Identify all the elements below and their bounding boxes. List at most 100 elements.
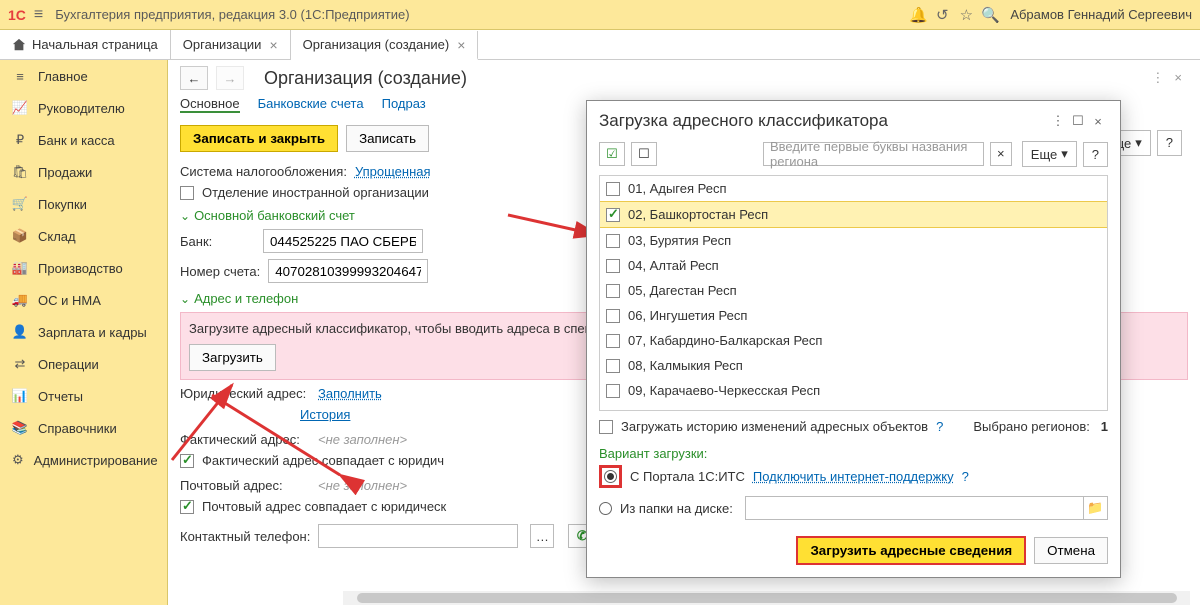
kebab-icon[interactable]: ⋮	[1151, 70, 1164, 86]
dialog-close-icon[interactable]: ×	[1088, 114, 1108, 129]
region-row[interactable]: 04, Алтай Респ	[600, 253, 1107, 278]
fill-link[interactable]: Заполнить	[318, 386, 382, 401]
dialog-more-button[interactable]: Еще▾	[1022, 141, 1077, 167]
fact-same-checkbox[interactable]	[180, 454, 194, 468]
search-icon[interactable]: 🔍	[978, 6, 1002, 24]
region-checkbox[interactable]	[606, 284, 620, 298]
uncheck-all-button[interactable]: ☐	[631, 142, 657, 166]
forward-button[interactable]: →	[216, 66, 244, 90]
acct-input[interactable]	[268, 259, 428, 283]
clear-search-button[interactable]: ×	[990, 142, 1012, 166]
post-same-label: Почтовый адрес совпадает с юридическ	[202, 499, 446, 514]
sidebar-icon: ₽	[12, 132, 28, 148]
region-row[interactable]: 09, Карачаево-Черкесская Респ	[600, 378, 1107, 403]
close-icon[interactable]: ×	[269, 37, 277, 53]
help-icon[interactable]: ?	[936, 419, 943, 434]
back-button[interactable]: ←	[180, 66, 208, 90]
sidebar-icon: 📚	[12, 420, 28, 436]
load-classifier-button[interactable]: Загрузить	[189, 344, 276, 371]
region-checkbox[interactable]	[606, 208, 620, 222]
dialog-maximize-icon[interactable]: ☐	[1068, 113, 1088, 129]
sidebar-item-1[interactable]: 📈Руководителю	[0, 92, 167, 124]
region-row[interactable]: 07, Кабардино-Балкарская Респ	[600, 328, 1107, 353]
sidebar-item-12[interactable]: ⚙Администрирование	[0, 444, 167, 476]
region-checkbox[interactable]	[606, 259, 620, 273]
region-checkbox[interactable]	[606, 384, 620, 398]
user-name[interactable]: Абрамов Геннадий Сергеевич	[1010, 7, 1192, 22]
sidebar-item-11[interactable]: 📚Справочники	[0, 412, 167, 444]
region-row[interactable]: 08, Калмыкия Респ	[600, 353, 1107, 378]
sidebar-item-4[interactable]: 🛒Покупки	[0, 188, 167, 220]
app-title: Бухгалтерия предприятия, редакция 3.0 (1…	[55, 7, 906, 22]
sidebar-item-8[interactable]: 👤Зарплата и кадры	[0, 316, 167, 348]
tab-org-create[interactable]: Организация (создание) ×	[291, 31, 479, 60]
subtab-subdiv[interactable]: Подраз	[382, 96, 426, 113]
foreign-checkbox[interactable]	[180, 186, 194, 200]
folder-input[interactable]	[746, 497, 1083, 519]
sidebar-item-6[interactable]: 🏭Производство	[0, 252, 167, 284]
dialog-help-button[interactable]: ?	[1083, 142, 1108, 167]
tax-value-link[interactable]: Упрощенная	[355, 164, 431, 179]
region-row[interactable]: 06, Ингушетия Респ	[600, 303, 1107, 328]
horizontal-scrollbar[interactable]	[343, 591, 1190, 605]
sidebar-icon: 📦	[12, 228, 28, 244]
history-checkbox[interactable]	[599, 420, 613, 434]
post-same-checkbox[interactable]	[180, 500, 194, 514]
menu-icon[interactable]: ≡	[34, 6, 43, 24]
fact-addr-value: <не заполнен>	[318, 432, 407, 447]
save-close-button[interactable]: Записать и закрыть	[180, 125, 338, 152]
subtab-main[interactable]: Основное	[180, 96, 240, 113]
legal-addr-label: Юридический адрес:	[180, 386, 310, 401]
bell-icon[interactable]: 🔔	[906, 6, 930, 24]
phone-input[interactable]	[318, 524, 518, 548]
help-icon[interactable]: ?	[962, 469, 969, 484]
region-checkbox[interactable]	[606, 309, 620, 323]
cancel-button[interactable]: Отмена	[1034, 537, 1108, 564]
connect-support-link[interactable]: Подключить интернет-поддержку	[753, 469, 954, 484]
region-row[interactable]: 03, Бурятия Респ	[600, 228, 1107, 253]
region-row[interactable]: 01, Адыгея Респ	[600, 176, 1107, 201]
close-icon[interactable]: ×	[457, 37, 465, 53]
sidebar: ≡Главное📈Руководителю₽Банк и касса🛍Прода…	[0, 60, 168, 605]
disk-radio[interactable]	[599, 502, 612, 515]
post-addr-label: Почтовый адрес:	[180, 478, 310, 493]
history-icon[interactable]: ↺	[930, 6, 954, 24]
1c-logo: 1C	[8, 7, 26, 23]
foreign-label: Отделение иностранной организации	[202, 185, 429, 200]
portal-radio[interactable]	[604, 470, 617, 483]
close-page-icon[interactable]: ×	[1174, 70, 1182, 86]
home-label: Начальная страница	[32, 37, 158, 52]
history-link[interactable]: История	[300, 407, 350, 422]
check-all-button[interactable]: ☑	[599, 142, 625, 166]
sidebar-icon: 🏭	[12, 260, 28, 276]
region-checkbox[interactable]	[606, 334, 620, 348]
region-checkbox[interactable]	[606, 182, 620, 196]
region-checkbox[interactable]	[606, 234, 620, 248]
sidebar-item-0[interactable]: ≡Главное	[0, 60, 167, 92]
help-button[interactable]: ?	[1157, 130, 1182, 156]
sidebar-item-3[interactable]: 🛍Продажи	[0, 156, 167, 188]
sidebar-item-10[interactable]: 📊Отчеты	[0, 380, 167, 412]
sidebar-item-2[interactable]: ₽Банк и касса	[0, 124, 167, 156]
save-button[interactable]: Записать	[346, 125, 429, 152]
sidebar-item-9[interactable]: ⇄Операции	[0, 348, 167, 380]
sidebar-icon: 👤	[12, 324, 28, 340]
phone-add-button[interactable]: …	[530, 524, 554, 548]
region-checkbox[interactable]	[606, 359, 620, 373]
sidebar-icon: 📊	[12, 388, 28, 404]
region-row[interactable]: 05, Дагестан Респ	[600, 278, 1107, 303]
load-addresses-button[interactable]: Загрузить адресные сведения	[796, 536, 1026, 565]
sidebar-item-5[interactable]: 📦Склад	[0, 220, 167, 252]
variant-label: Вариант загрузки:	[587, 446, 1120, 461]
browse-button[interactable]: 📁	[1083, 497, 1107, 519]
bank-input[interactable]	[263, 229, 423, 253]
region-list[interactable]: 01, Адыгея Респ02, Башкортостан Респ03, …	[599, 175, 1108, 411]
region-search-input[interactable]: Введите первые буквы названия региона	[763, 142, 984, 166]
region-row[interactable]: 02, Башкортостан Респ	[600, 201, 1107, 228]
tab-organizations[interactable]: Организации ×	[171, 30, 291, 59]
dialog-kebab-icon[interactable]: ⋮	[1048, 113, 1068, 129]
sidebar-item-7[interactable]: 🚚ОС и НМА	[0, 284, 167, 316]
star-icon[interactable]: ☆	[954, 6, 978, 24]
home-tab[interactable]: Начальная страница	[0, 30, 171, 59]
subtab-bank[interactable]: Банковские счета	[258, 96, 364, 113]
